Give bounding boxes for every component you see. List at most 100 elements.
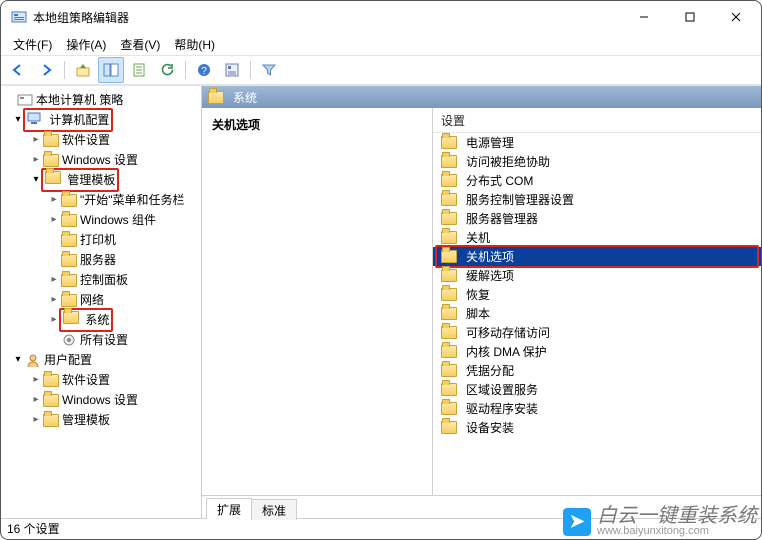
showhide-tree-button[interactable] [98, 57, 124, 83]
list-item-label: 电源管理 [466, 134, 514, 151]
list-item-label: 内核 DMA 保护 [466, 343, 547, 360]
folder-icon [441, 307, 457, 321]
chevron-right-icon[interactable]: ▸ [29, 150, 43, 170]
details-column: 关机选项 [202, 108, 433, 495]
forward-button[interactable] [33, 57, 59, 83]
folder-icon [61, 214, 77, 227]
folder-icon [441, 231, 457, 245]
status-bar: 16 个设置 [1, 518, 761, 539]
back-button[interactable] [5, 57, 31, 83]
app-window: 本地组策略编辑器 文件(F) 操作(A) 查看(V) 帮助(H) ? [0, 0, 762, 540]
tree-root[interactable]: 本地计算机 策略 [1, 90, 201, 110]
list-item[interactable]: 关机选项 [433, 247, 761, 266]
tree-startmenu[interactable]: ▸"开始"菜单和任务栏 [1, 190, 201, 210]
menu-help[interactable]: 帮助(H) [168, 34, 221, 55]
tab-standard[interactable]: 标准 [251, 499, 297, 520]
folder-icon [43, 374, 59, 387]
settings-column-header[interactable]: 设置 [433, 108, 761, 133]
menu-action[interactable]: 操作(A) [60, 34, 112, 55]
settings-list-body[interactable]: 电源管理访问被拒绝协助分布式 COM服务控制管理器设置服务器管理器关机关机选项缓… [433, 133, 761, 495]
minimize-button[interactable] [621, 1, 667, 33]
close-button[interactable] [713, 1, 759, 33]
list-item[interactable]: 设备安装 [433, 418, 761, 437]
list-item[interactable]: 内核 DMA 保护 [433, 342, 761, 361]
list-item-label: 设备安装 [466, 419, 514, 436]
folder-icon [441, 345, 457, 359]
list-item[interactable]: 分布式 COM [433, 171, 761, 190]
folder-icon [441, 193, 457, 207]
menu-view[interactable]: 查看(V) [114, 34, 166, 55]
chevron-right-icon[interactable]: ▸ [29, 370, 43, 390]
tab-extended[interactable]: 扩展 [206, 498, 252, 519]
chevron-right-icon[interactable]: ▸ [29, 410, 43, 430]
up-button[interactable] [70, 57, 96, 83]
folder-icon [441, 269, 457, 283]
tree-admin-templates[interactable]: ▾ 管理模板 [1, 170, 201, 190]
folder-icon [61, 274, 77, 287]
folder-icon [63, 311, 79, 324]
titlebar: 本地组策略编辑器 [1, 1, 761, 33]
list-item[interactable]: 恢复 [433, 285, 761, 304]
tree-panel[interactable]: 本地计算机 策略 ▾ 计算机配置 ▸软件设置 ▸Windows 设置 ▾ 管理模… [1, 86, 202, 518]
chevron-right-icon[interactable]: ▸ [29, 390, 43, 410]
refresh-button[interactable] [154, 57, 180, 83]
list-item[interactable]: 脚本 [433, 304, 761, 323]
list-item-label: 访问被拒绝协助 [466, 153, 550, 170]
folder-icon [441, 383, 457, 397]
chevron-right-icon[interactable]: ▸ [47, 290, 61, 310]
help-button[interactable]: ? [191, 57, 217, 83]
chevron-right-icon[interactable]: ▸ [47, 210, 61, 230]
tree-user-config[interactable]: ▾用户配置 [1, 350, 201, 370]
list-item[interactable]: 缓解选项 [433, 266, 761, 285]
folder-icon [45, 171, 61, 184]
list-item-label: 缓解选项 [466, 267, 514, 284]
user-icon [25, 353, 41, 367]
list-item[interactable]: 服务器管理器 [433, 209, 761, 228]
list-item-label: 驱动程序安装 [466, 400, 538, 417]
folder-icon [441, 288, 457, 302]
tree-windows-components[interactable]: ▸Windows 组件 [1, 210, 201, 230]
tree-admintpl-label: 管理模板 [67, 173, 115, 187]
list-item[interactable]: 凭据分配 [433, 361, 761, 380]
chevron-right-icon[interactable]: ▸ [29, 130, 43, 150]
tree-system[interactable]: ▸ 系统 [1, 310, 201, 330]
list-item-label: 凭据分配 [466, 362, 514, 379]
details-title: 关机选项 [212, 116, 422, 133]
list-item[interactable]: 服务控制管理器设置 [433, 190, 761, 209]
tree-admin-templates-2[interactable]: ▸管理模板 [1, 410, 201, 430]
folder-icon [441, 421, 457, 435]
tree-windows-settings-2[interactable]: ▸Windows 设置 [1, 390, 201, 410]
list-item[interactable]: 访问被拒绝协助 [433, 152, 761, 171]
chevron-right-icon[interactable]: ▸ [47, 270, 61, 290]
menu-file[interactable]: 文件(F) [7, 34, 58, 55]
chevron-right-icon[interactable]: ▸ [47, 190, 61, 210]
chevron-down-icon[interactable]: ▾ [11, 350, 25, 370]
list-item-label: 区域设置服务 [466, 381, 538, 398]
list-item[interactable]: 电源管理 [433, 133, 761, 152]
export-list-button[interactable] [126, 57, 152, 83]
folder-icon [441, 326, 457, 340]
folder-icon [43, 134, 59, 147]
tree-software-settings-2[interactable]: ▸软件设置 [1, 370, 201, 390]
filter-button[interactable] [256, 57, 282, 83]
tree-computer-config[interactable]: ▾ 计算机配置 [1, 110, 201, 130]
tree-software-settings-1[interactable]: ▸软件设置 [1, 130, 201, 150]
tree-system-label: 系统 [85, 313, 109, 327]
tree-printer[interactable]: 打印机 [1, 230, 201, 250]
tree-control-panel[interactable]: ▸控制面板 [1, 270, 201, 290]
tree-all-settings[interactable]: 所有设置 [1, 330, 201, 350]
tree-root-label: 本地计算机 策略 [36, 90, 123, 110]
list-item[interactable]: 驱动程序安装 [433, 399, 761, 418]
svg-text:?: ? [201, 66, 207, 77]
list-item[interactable]: 可移动存储访问 [433, 323, 761, 342]
list-item-label: 分布式 COM [466, 172, 533, 189]
tree-network[interactable]: ▸网络 [1, 290, 201, 310]
list-item[interactable]: 区域设置服务 [433, 380, 761, 399]
right-panel: 系统 关机选项 设置 电源管理访问被拒绝协助分布式 COM服务控制管理器设置服务… [202, 86, 761, 518]
maximize-button[interactable] [667, 1, 713, 33]
properties-button[interactable] [219, 57, 245, 83]
folder-icon [43, 394, 59, 407]
tree-server[interactable]: 服务器 [1, 250, 201, 270]
tree-windows-settings-1[interactable]: ▸Windows 设置 [1, 150, 201, 170]
list-item[interactable]: 关机 [433, 228, 761, 247]
